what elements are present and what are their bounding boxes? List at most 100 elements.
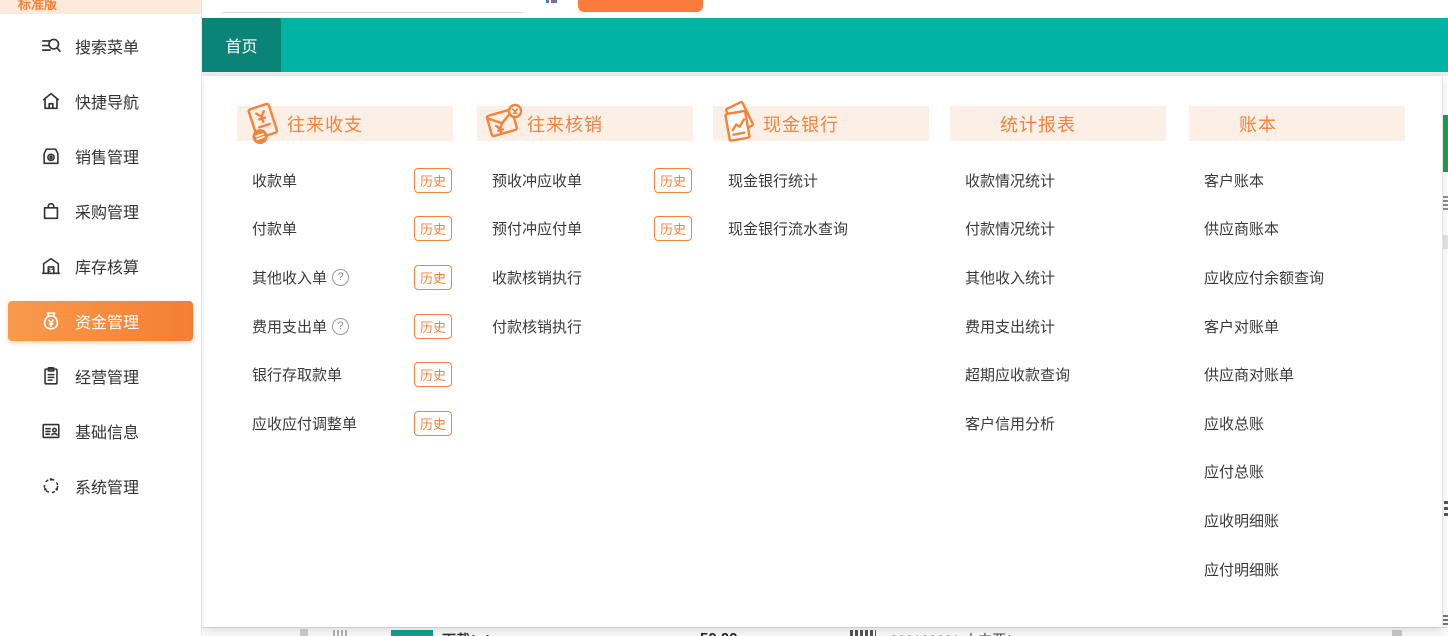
sidebar-item-label: 基础信息 — [75, 419, 139, 443]
column-title: 现金银行 — [763, 111, 839, 137]
history-badge[interactable]: 历史 — [414, 265, 452, 290]
sidebar-item-clipboard[interactable]: 经营管理 — [0, 348, 201, 403]
text-fragment-right-bottom — [1443, 615, 1448, 625]
menu-item-label[interactable]: 收款单 — [252, 170, 297, 191]
history-badge[interactable]: 历史 — [414, 362, 452, 387]
history-badge[interactable]: 历史 — [414, 411, 452, 436]
menu-item-label[interactable]: 付款核销执行 — [492, 316, 582, 337]
search-input-underline[interactable] — [222, 12, 523, 13]
menu-item: 客户信用分析 — [950, 399, 1166, 448]
menu-column-3: 现金银行现金银行统计现金银行流水查询 — [713, 76, 929, 253]
menu-item-label[interactable]: 现金银行流水查询 — [728, 218, 848, 239]
sidebar-item-label: 资金管理 — [75, 309, 139, 333]
menu-item: 供应商账本 — [1189, 205, 1405, 254]
sidebar: 标准版 搜索菜单快捷导航销售管理采购管理库存核算资金管理经营管理基础信息系统管理 — [0, 0, 202, 635]
menu-item-label[interactable]: 其他收入统计 — [965, 267, 1055, 288]
right-cell-fragment — [1392, 630, 1402, 636]
amount-fragment: 50.00 — [700, 630, 738, 636]
menu-item-label[interactable]: 费用支出统计 — [965, 316, 1055, 337]
history-badge[interactable]: 历史 — [654, 216, 692, 241]
column-title: 统计报表 — [1000, 111, 1076, 137]
menu-item-label[interactable]: 现金银行统计 — [728, 170, 818, 191]
orange-button-fragment[interactable] — [578, 0, 703, 12]
column-items: 客户账本供应商账本应收应付余额查询客户对账单供应商对账单应收总账应付总账应收明细… — [1189, 156, 1405, 593]
menu-item-label[interactable]: 应收应付调整单 — [252, 413, 357, 434]
sidebar-item-label: 采购管理 — [75, 199, 139, 223]
menu-item: 收款核销执行 — [477, 253, 693, 302]
column-title: 账本 — [1239, 111, 1277, 137]
menu-item: 收款单 历史 — [237, 156, 453, 205]
download-link-fragment: 下载(...) — [442, 630, 491, 636]
sidebar-item-id-card[interactable]: 基础信息 — [0, 403, 201, 458]
menu-item: 应付明细账 — [1189, 545, 1405, 594]
menu-item-label[interactable]: 应收总账 — [1204, 413, 1264, 434]
menu-item-label[interactable]: 客户账本 — [1204, 170, 1264, 191]
menu-item-label[interactable]: 超期应收款查询 — [965, 364, 1070, 385]
sidebar-item-money-bag[interactable]: 资金管理 — [8, 301, 193, 341]
history-badge[interactable]: 历史 — [414, 314, 452, 339]
top-toolbar-fragment — [202, 0, 1448, 18]
menu-item-label[interactable]: 供应商账本 — [1204, 218, 1279, 239]
sidebar-item-label: 经营管理 — [75, 364, 139, 388]
menu-item-label[interactable]: 应收应付余额查询 — [1204, 267, 1324, 288]
column-items: 收款单历史付款单历史其他收入单?历史费用支出单?历史银行存取款单历史应收应付调整… — [237, 156, 453, 448]
menu-item: 超期应收款查询 — [950, 350, 1166, 399]
tab-home[interactable]: 首页 — [202, 18, 281, 72]
column-header: 统计报表 — [950, 106, 1166, 141]
menu-item: 应收总账 — [1189, 399, 1405, 448]
menu-item: 供应商对账单 — [1189, 350, 1405, 399]
sidebar-item-search-menu[interactable]: 搜索菜单 — [0, 18, 201, 73]
menu-item-label[interactable]: 预付冲应付单 — [492, 218, 582, 239]
menu-item-label[interactable]: 预收冲应收单 — [492, 170, 582, 191]
clipboard-icon — [40, 365, 62, 387]
menu-item: 银行存取款单 历史 — [237, 350, 453, 399]
history-badge[interactable]: 历史 — [414, 216, 452, 241]
menu-item-label[interactable]: 费用支出单 — [252, 316, 327, 337]
menu-item: 费用支出单? 历史 — [237, 302, 453, 351]
menu-item-label[interactable]: 应收明细账 — [1204, 510, 1279, 531]
menu-item: 付款单 历史 — [237, 205, 453, 254]
menu-item: 其他收入统计 — [950, 253, 1166, 302]
sidebar-item-purchase-bag[interactable]: 采购管理 — [0, 183, 201, 238]
menu-item-label[interactable]: 收款情况统计 — [965, 170, 1055, 191]
cell-icon-fragment — [850, 630, 876, 636]
sidebar-item-sales-shop[interactable]: 销售管理 — [0, 128, 201, 183]
menu-item-label[interactable]: 客户对账单 — [1204, 316, 1279, 337]
menu-item-label[interactable]: 收款核销执行 — [492, 267, 582, 288]
menu-item: 现金银行统计 — [713, 156, 929, 205]
menu-item: 应收应付余额查询 — [1189, 253, 1405, 302]
column-items: 预收冲应收单历史预付冲应付单历史收款核销执行付款核销执行 — [477, 156, 693, 350]
menu-item: 其他收入单? 历史 — [237, 253, 453, 302]
row-icon-fragment — [333, 630, 348, 636]
help-icon[interactable]: ? — [332, 269, 349, 286]
column-items: 收款情况统计付款情况统计其他收入统计费用支出统计超期应收款查询客户信用分析 — [950, 156, 1166, 448]
menu-item-label[interactable]: 应付总账 — [1204, 461, 1264, 482]
menu-item-label[interactable]: 供应商对账单 — [1204, 364, 1294, 385]
sidebar-item-label: 库存核算 — [75, 254, 139, 278]
help-icon[interactable]: ? — [332, 318, 349, 335]
menu-column-4: 统计报表收款情况统计付款情况统计其他收入统计费用支出统计超期应收款查询客户信用分… — [950, 76, 1166, 448]
sidebar-item-system[interactable]: 系统管理 — [0, 458, 201, 513]
history-badge[interactable]: 历史 — [414, 168, 452, 193]
menu-item: 收款情况统计 — [950, 156, 1166, 205]
system-icon — [40, 475, 62, 497]
menu-item: 付款情况统计 — [950, 205, 1166, 254]
documents-chart-icon — [715, 99, 763, 147]
column-title: 往来收支 — [287, 111, 363, 137]
menu-item: 应付总账 — [1189, 448, 1405, 497]
table-icon-fragment — [1443, 196, 1448, 211]
menu-item-label[interactable]: 银行存取款单 — [252, 364, 342, 385]
sidebar-item-home[interactable]: 快捷导航 — [0, 73, 201, 128]
menu-item-label[interactable]: 客户信用分析 — [965, 413, 1055, 434]
money-bag-icon — [40, 310, 62, 332]
menu-item-label[interactable]: 付款情况统计 — [965, 218, 1055, 239]
menu-item-label[interactable]: 应付明细账 — [1204, 559, 1279, 580]
menu-item: 现金银行流水查询 — [713, 205, 929, 254]
sidebar-item-warehouse[interactable]: 库存核算 — [0, 238, 201, 293]
menu-item-label[interactable]: 付款单 — [252, 218, 297, 239]
envelope-yen-icon — [479, 99, 527, 147]
menu-item-label[interactable]: 其他收入单 — [252, 267, 327, 288]
history-badge[interactable]: 历史 — [654, 168, 692, 193]
menu-column-2: 往来核销预收冲应收单历史预付冲应付单历史收款核销执行付款核销执行 — [477, 76, 693, 350]
sidebar-item-label: 销售管理 — [75, 144, 139, 168]
